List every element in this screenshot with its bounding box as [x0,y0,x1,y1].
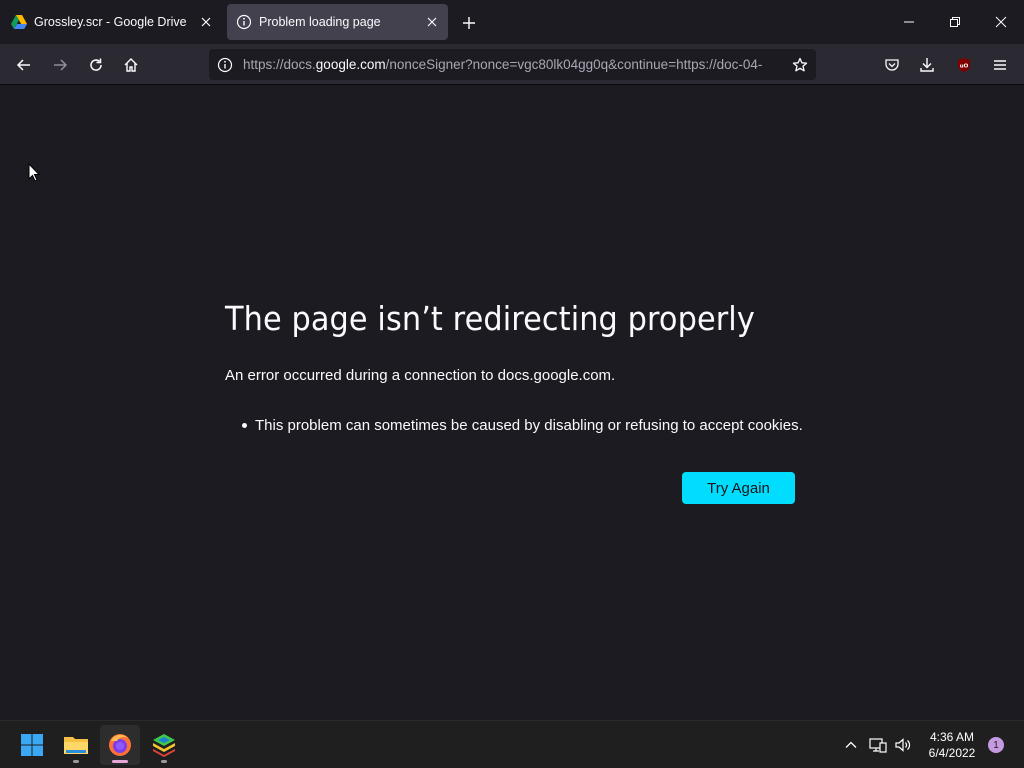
ublock-button[interactable]: uO [950,51,978,79]
close-icon [995,16,1007,28]
restore-icon [950,17,960,27]
plus-icon [463,17,475,29]
bullet [242,423,247,428]
site-info-icon[interactable] [211,51,239,79]
bluestacks-button[interactable] [144,725,184,765]
tab-google-drive[interactable]: Grossley.scr - Google Drive [2,4,222,40]
start-icon [21,734,43,756]
hamburger-menu-icon [994,60,1006,70]
url-text[interactable]: https://docs.google.com/nonceSigner?nonc… [243,57,786,72]
file-explorer-button[interactable] [56,725,96,765]
url-suffix: /nonceSigner?nonce=vgc80lk04gg0q&continu… [385,57,763,72]
minimize-button[interactable] [894,8,924,36]
bluestacks-icon [153,734,175,757]
tab-title: Problem loading page [259,15,381,29]
svg-text:uO: uO [960,64,969,70]
network-icon [869,738,887,753]
notification-badge[interactable]: 1 [988,737,1004,753]
file-explorer-icon [64,737,88,754]
bookmark-star-icon[interactable] [786,51,814,79]
back-button[interactable] [10,51,38,79]
address-bar[interactable]: https://docs.google.com/nonceSigner?nonc… [209,49,816,80]
restore-button[interactable] [940,8,970,36]
error-hint: This problem can sometimes be caused by … [255,417,803,434]
home-button[interactable] [117,51,145,79]
error-description: An error occurred during a connection to… [225,367,616,384]
google-drive-icon [11,14,27,30]
ublock-origin-icon: uO [958,58,970,72]
chevron-up-icon [845,741,857,748]
home-icon [124,58,138,72]
volume-button[interactable] [891,733,915,757]
downloads-button[interactable] [913,51,941,79]
menu-button[interactable] [986,51,1014,79]
show-hidden-icons-button[interactable] [839,733,863,757]
pocket-icon [885,59,899,71]
mouse-cursor-icon [28,162,41,187]
close-window-button[interactable] [986,8,1016,36]
back-arrow-icon [16,59,30,71]
tab-problem-loading[interactable]: Problem loading page [227,4,448,40]
firefox-button[interactable] [100,725,140,765]
taskbar: 4:36 AM 6/4/2022 1 [0,720,1024,768]
firefox-icon [109,734,131,756]
app-running-indicator [73,760,79,763]
app-active-indicator [112,760,128,763]
new-tab-button[interactable] [457,11,481,35]
clock[interactable]: 4:36 AM 6/4/2022 [920,729,984,761]
network-button[interactable] [866,733,890,757]
close-tab-icon[interactable] [196,12,216,32]
url-domain: google.com [315,57,386,72]
forward-button[interactable] [46,51,74,79]
speaker-icon [895,738,911,752]
navigation-toolbar: https://docs.google.com/nonceSigner?nonc… [0,44,1024,85]
reload-button[interactable] [82,51,110,79]
reload-icon [90,58,102,71]
minimize-icon [904,21,914,23]
tab-strip: Grossley.scr - Google Drive Problem load… [0,0,1024,44]
error-page: The page isn’t redirecting properly An e… [0,85,1024,720]
info-icon [236,14,252,30]
tab-title: Grossley.scr - Google Drive [34,15,187,29]
start-button[interactable] [12,725,52,765]
try-again-button[interactable]: Try Again [682,472,795,504]
error-title: The page isn’t redirecting properly [225,299,755,338]
clock-time: 4:36 AM [929,730,975,744]
forward-arrow-icon [54,59,68,71]
app-running-indicator [161,760,167,763]
url-prefix: https://docs. [243,57,316,72]
pocket-button[interactable] [878,51,906,79]
close-tab-icon[interactable] [422,12,442,32]
error-hint-list: This problem can sometimes be caused by … [242,417,803,434]
clock-date: 6/4/2022 [928,746,976,760]
download-icon [920,58,934,72]
